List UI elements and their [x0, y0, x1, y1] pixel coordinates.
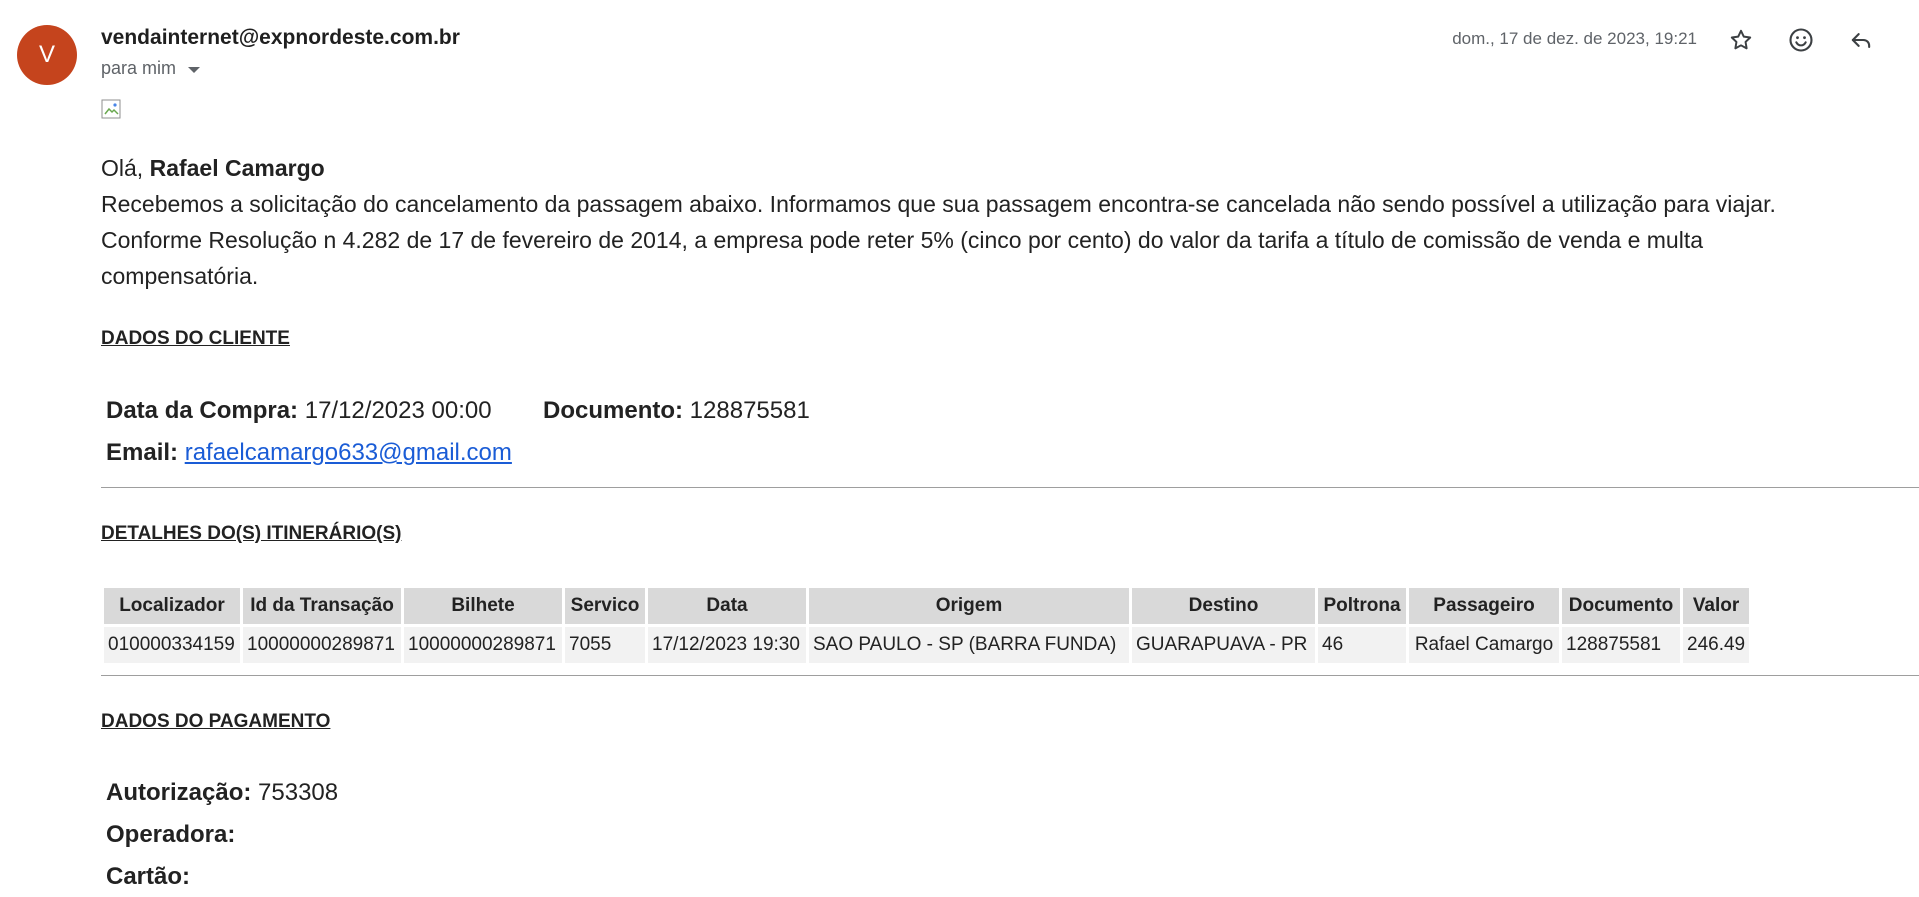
authorization-value: 753308 [258, 779, 339, 806]
client-section-title: DADOS DO CLIENTE [101, 328, 290, 349]
client-email-link[interactable]: rafaelcamargo633@gmail.com [185, 439, 512, 466]
itinerary-section-title: DETALHES DO(S) ITINERÁRIO(S) [101, 523, 402, 544]
client-document-field: Documento: 128875581 [543, 397, 810, 425]
star-icon[interactable] [1725, 24, 1757, 56]
purchase-date-field: Data da Compra: 17/12/2023 00:00 [106, 397, 492, 425]
sender-avatar[interactable]: V [17, 25, 77, 85]
column-header: Poltrona [1318, 588, 1406, 624]
chevron-down-icon [188, 66, 201, 73]
greeting: Olá, Rafael Camargo [101, 150, 1919, 186]
card-label: Cartão: [106, 863, 191, 890]
emoji-icon[interactable] [1785, 24, 1817, 56]
table-cell: 10000000289871 [243, 627, 401, 663]
purchase-date-label: Data da Compra: [106, 397, 299, 424]
client-email-label: Email: [106, 439, 179, 466]
cancellation-paragraph: Recebemos a solicitação do cancelamento … [101, 191, 1776, 217]
column-header: Passageiro [1409, 588, 1559, 624]
table-header-row: Localizador Id da Transação Bilhete Serv… [104, 588, 1750, 624]
divider [101, 675, 1919, 676]
client-document-label: Documento: [543, 397, 683, 424]
table-cell: 17/12/2023 19:30 [648, 627, 806, 663]
recipient-toggle[interactable]: para mim [101, 58, 201, 79]
greeting-name: Rafael Camargo [149, 155, 325, 181]
table-cell: 128875581 [1562, 627, 1680, 663]
email-datetime: dom., 17 de dez. de 2023, 19:21 [1452, 29, 1697, 48]
operator-label: Operadora: [106, 821, 236, 848]
column-header: Origem [809, 588, 1129, 624]
email-body: Olá, Rafael Camargo Recebemos a solicita… [101, 150, 1919, 294]
column-header: Id da Transação [243, 588, 401, 624]
resolution-paragraph-line1: Conforme Resolução n 4.282 de 17 de feve… [101, 227, 1704, 253]
operator-field: Operadora: [106, 821, 235, 849]
table-cell: 246.49 [1683, 627, 1750, 663]
sender-address[interactable]: vendainternet@expnordeste.com.br [101, 26, 460, 50]
authorization-label: Autorização: [106, 779, 252, 806]
card-field: Cartão: [106, 863, 190, 891]
itinerary-table: Localizador Id da Transação Bilhete Serv… [101, 585, 1752, 666]
avatar-letter: V [38, 41, 55, 68]
table-row: 010000334159 10000000289871 100000002898… [104, 627, 1750, 663]
reply-icon[interactable] [1845, 24, 1877, 56]
table-cell: SAO PAULO - SP (BARRA FUNDA) [809, 627, 1129, 663]
column-header: Bilhete [404, 588, 562, 624]
purchase-date-value: 17/12/2023 00:00 [304, 397, 492, 424]
column-header: Servico [565, 588, 645, 624]
table-cell: GUARAPUAVA - PR [1132, 627, 1315, 663]
column-header: Documento [1562, 588, 1680, 624]
table-cell: Rafael Camargo [1409, 627, 1559, 663]
payment-section-title: DADOS DO PAGAMENTO [101, 711, 331, 732]
authorization-field: Autorização: 753308 [106, 779, 338, 807]
client-document-value: 128875581 [689, 397, 810, 424]
column-header: Destino [1132, 588, 1315, 624]
resolution-paragraph-line2: compensatória. [101, 263, 259, 289]
table-cell: 46 [1318, 627, 1406, 663]
table-cell: 010000334159 [104, 627, 240, 663]
recipient-label: para mim [101, 58, 177, 78]
column-header: Valor [1683, 588, 1750, 624]
client-email-field: Email: rafaelcamargo633@gmail.com [106, 439, 512, 467]
divider [101, 487, 1919, 488]
column-header: Data [648, 588, 806, 624]
column-header: Localizador [104, 588, 240, 624]
table-cell: 10000000289871 [404, 627, 562, 663]
greeting-prefix: Olá, [101, 155, 144, 181]
broken-image-icon [101, 99, 123, 121]
table-cell: 7055 [565, 627, 645, 663]
email-header: V vendainternet@expnordeste.com.br para … [0, 0, 1919, 90]
